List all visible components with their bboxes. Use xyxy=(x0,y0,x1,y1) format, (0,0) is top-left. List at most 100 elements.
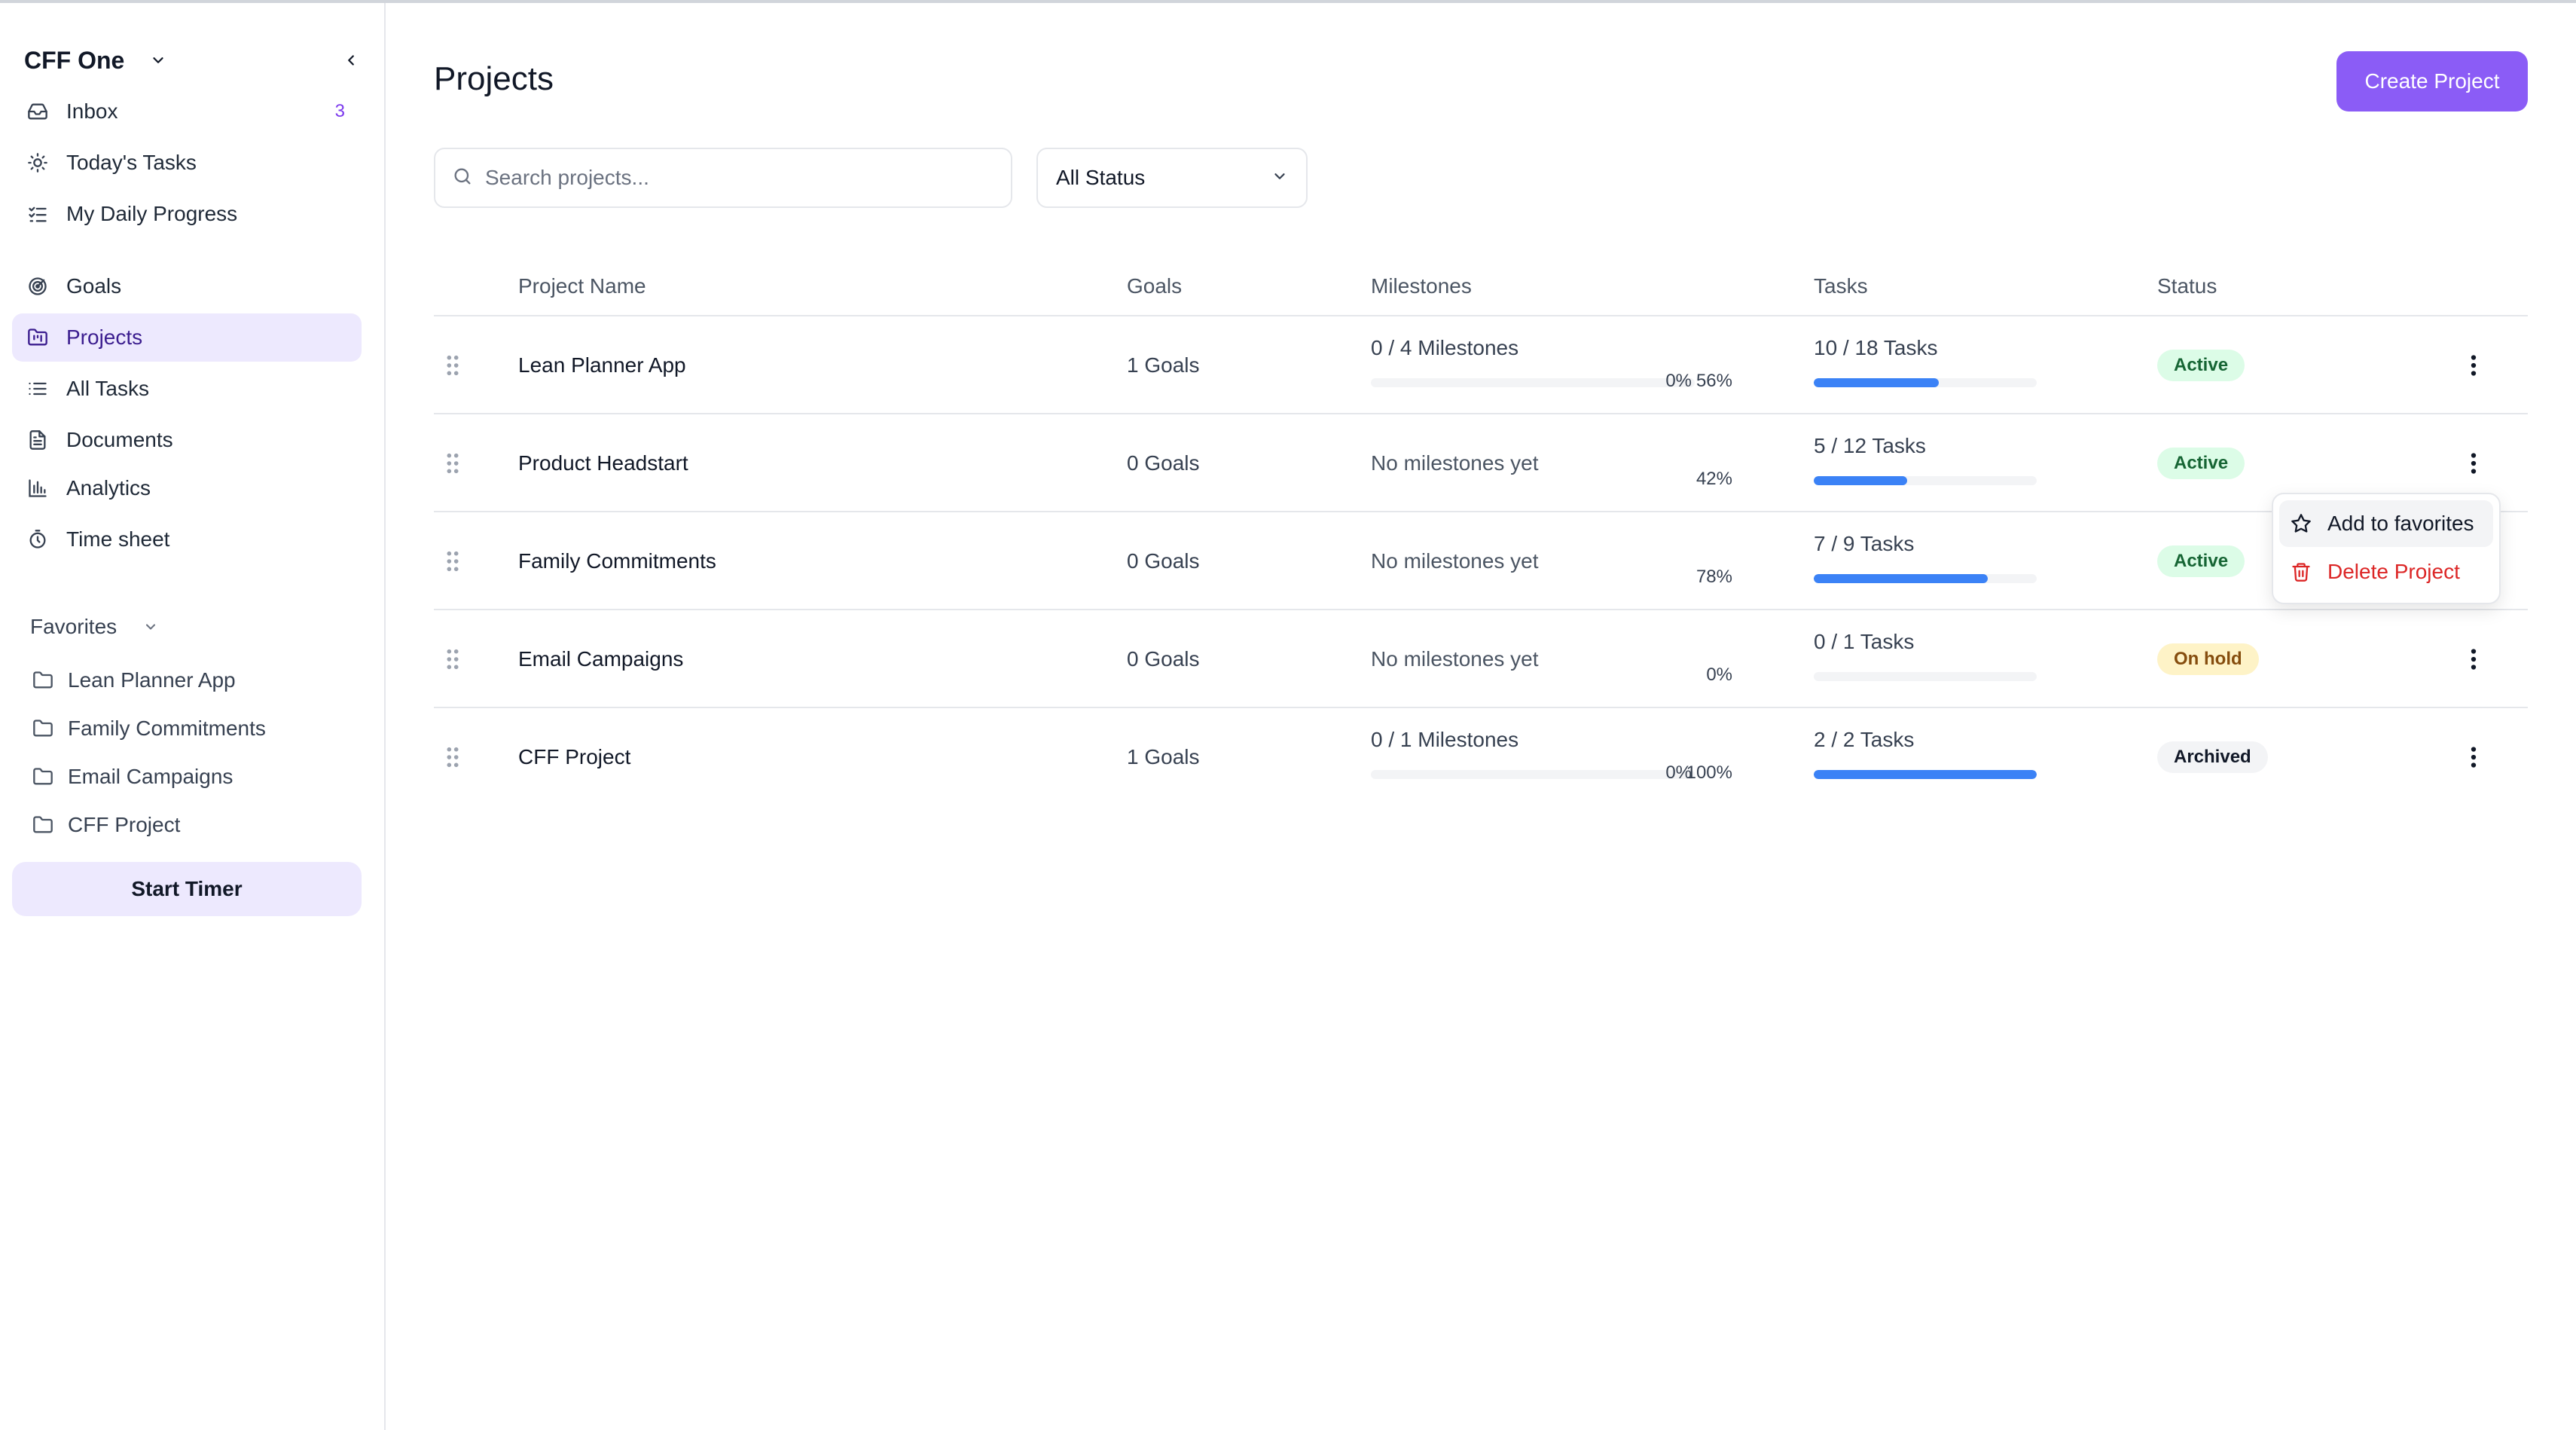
delete-project-menu-item[interactable]: Delete Project xyxy=(2279,548,2493,595)
sidebar-item-inbox[interactable]: Inbox 3 xyxy=(12,87,362,136)
folder-kanban-icon xyxy=(24,324,51,351)
tasks-progress-bar xyxy=(1814,378,2037,387)
tasks-count: 2 / 2 Tasks xyxy=(1814,728,1915,751)
sidebar-item-label: My Daily Progress xyxy=(66,202,238,225)
tasks-percent: 100% xyxy=(1686,762,1732,783)
favorite-item[interactable]: Family Commitments xyxy=(30,710,266,747)
favorite-item[interactable]: Email Campaigns xyxy=(30,758,233,796)
drag-handle-icon[interactable] xyxy=(441,316,464,414)
target-icon xyxy=(24,273,51,300)
project-goals: 0 Goals xyxy=(1127,549,1200,573)
sidebar-item-todays-tasks[interactable]: Today's Tasks xyxy=(12,139,362,187)
table-row[interactable]: Email Campaigns 0 Goals No milestones ye… xyxy=(434,610,2528,708)
tasks-progress-bar xyxy=(1814,770,2037,779)
favorite-item[interactable]: Lean Planner App xyxy=(30,662,236,699)
table-row[interactable]: Family Commitments 0 Goals No milestones… xyxy=(434,512,2528,610)
drag-handle-icon[interactable] xyxy=(441,708,464,806)
tasks-percent: 56% xyxy=(1695,371,1732,391)
star-icon xyxy=(2288,511,2314,536)
workspace-name: CFF One xyxy=(24,46,125,74)
sidebar-item-label: Goals xyxy=(66,274,122,298)
table-row[interactable]: CFF Project 1 Goals 0 / 1 Milestones 0% … xyxy=(434,708,2528,806)
column-header-goals[interactable]: Goals xyxy=(1127,256,1182,316)
project-name[interactable]: CFF Project xyxy=(518,708,630,806)
favorites-toggle[interactable]: Favorites xyxy=(30,612,162,642)
sidebar-item-label: Time sheet xyxy=(66,527,170,551)
inbox-icon xyxy=(24,98,51,125)
column-header-milestones[interactable]: Milestones xyxy=(1371,256,1472,316)
sidebar-item-label: Analytics xyxy=(66,476,151,500)
project-name[interactable]: Product Headstart xyxy=(518,414,688,512)
status-badge: On hold xyxy=(2157,643,2259,675)
list-icon xyxy=(24,375,51,402)
column-header-tasks[interactable]: Tasks xyxy=(1814,256,1868,316)
sidebar-item-all-tasks[interactable]: All Tasks xyxy=(12,365,362,413)
tasks-progress-bar xyxy=(1814,574,2037,583)
sidebar-item-daily-progress[interactable]: My Daily Progress xyxy=(12,190,362,238)
sidebar-item-goals[interactable]: Goals xyxy=(12,262,362,310)
milestones-empty: No milestones yet xyxy=(1371,451,1539,475)
create-project-button[interactable]: Create Project xyxy=(2336,51,2528,112)
timer-icon xyxy=(24,526,51,553)
milestones-count: 0 / 4 Milestones xyxy=(1371,336,1519,359)
checklist-icon xyxy=(24,200,51,228)
milestones-count: 0 / 1 Milestones xyxy=(1371,728,1519,751)
status-badge: Archived xyxy=(2157,741,2268,773)
inbox-count-badge: 3 xyxy=(334,101,345,121)
sidebar-item-documents[interactable]: Documents xyxy=(12,416,362,464)
project-name[interactable]: Email Campaigns xyxy=(518,610,683,708)
project-name[interactable]: Family Commitments xyxy=(518,512,716,610)
drag-handle-icon[interactable] xyxy=(441,512,464,610)
sidebar: CFF One Inbox 3 Today's Tasks My Daily P… xyxy=(0,3,386,1430)
more-options-icon[interactable] xyxy=(2458,742,2489,772)
sun-icon xyxy=(24,149,51,176)
folder-icon xyxy=(30,764,56,790)
sidebar-item-label: Today's Tasks xyxy=(66,151,197,174)
tasks-percent: 0% xyxy=(1706,665,1732,685)
sidebar-item-time-sheet[interactable]: Time sheet xyxy=(12,515,362,564)
add-to-favorites-menu-item[interactable]: Add to favorites xyxy=(2279,500,2493,547)
more-options-icon[interactable] xyxy=(2458,644,2489,674)
sidebar-item-label: Projects xyxy=(66,325,143,349)
more-options-icon[interactable] xyxy=(2458,350,2489,380)
chevron-down-icon xyxy=(139,616,162,638)
project-goals: 1 Goals xyxy=(1127,353,1200,377)
drag-handle-icon[interactable] xyxy=(441,414,464,512)
status-filter-select[interactable]: All Status xyxy=(1036,148,1308,208)
search-input[interactable] xyxy=(485,166,982,190)
sidebar-item-label: All Tasks xyxy=(66,377,149,400)
window-top-border xyxy=(0,0,2576,3)
project-goals: 1 Goals xyxy=(1127,745,1200,768)
table-row[interactable]: Product Headstart 0 Goals No milestones … xyxy=(434,414,2528,512)
tasks-count: 5 / 12 Tasks xyxy=(1814,434,1926,457)
start-timer-button[interactable]: Start Timer xyxy=(12,862,362,916)
drag-handle-icon[interactable] xyxy=(441,610,464,708)
column-header-status[interactable]: Status xyxy=(2157,256,2217,316)
column-header-project-name[interactable]: Project Name xyxy=(518,256,646,316)
table-row[interactable]: Lean Planner App 1 Goals 0 / 4 Milestone… xyxy=(434,316,2528,414)
milestones-empty: No milestones yet xyxy=(1371,549,1539,573)
tasks-count: 7 / 9 Tasks xyxy=(1814,532,1915,555)
search-box xyxy=(434,148,1012,208)
favorite-item-label: Email Campaigns xyxy=(68,765,233,788)
sidebar-item-projects[interactable]: Projects xyxy=(12,313,362,362)
favorite-item-label: Lean Planner App xyxy=(68,668,236,692)
milestones-empty: No milestones yet xyxy=(1371,647,1539,671)
favorite-item[interactable]: CFF Project xyxy=(30,806,180,844)
collapse-sidebar-button[interactable] xyxy=(339,48,363,72)
workspace-switcher[interactable]: CFF One xyxy=(24,44,363,77)
chevron-down-icon xyxy=(147,49,169,72)
tasks-percent: 78% xyxy=(1695,567,1732,587)
more-options-icon[interactable] xyxy=(2458,448,2489,478)
status-badge: Active xyxy=(2157,545,2245,577)
folder-icon xyxy=(30,716,56,741)
project-name[interactable]: Lean Planner App xyxy=(518,316,686,414)
status-badge: Active xyxy=(2157,448,2245,479)
favorites-label: Favorites xyxy=(30,615,118,638)
sidebar-item-label: Documents xyxy=(66,428,173,451)
folder-icon xyxy=(30,812,56,838)
project-context-menu: Add to favorites Delete Project xyxy=(2272,493,2501,604)
project-goals: 0 Goals xyxy=(1127,451,1200,475)
sidebar-item-analytics[interactable]: Analytics xyxy=(12,464,362,512)
trash-icon xyxy=(2288,559,2314,585)
